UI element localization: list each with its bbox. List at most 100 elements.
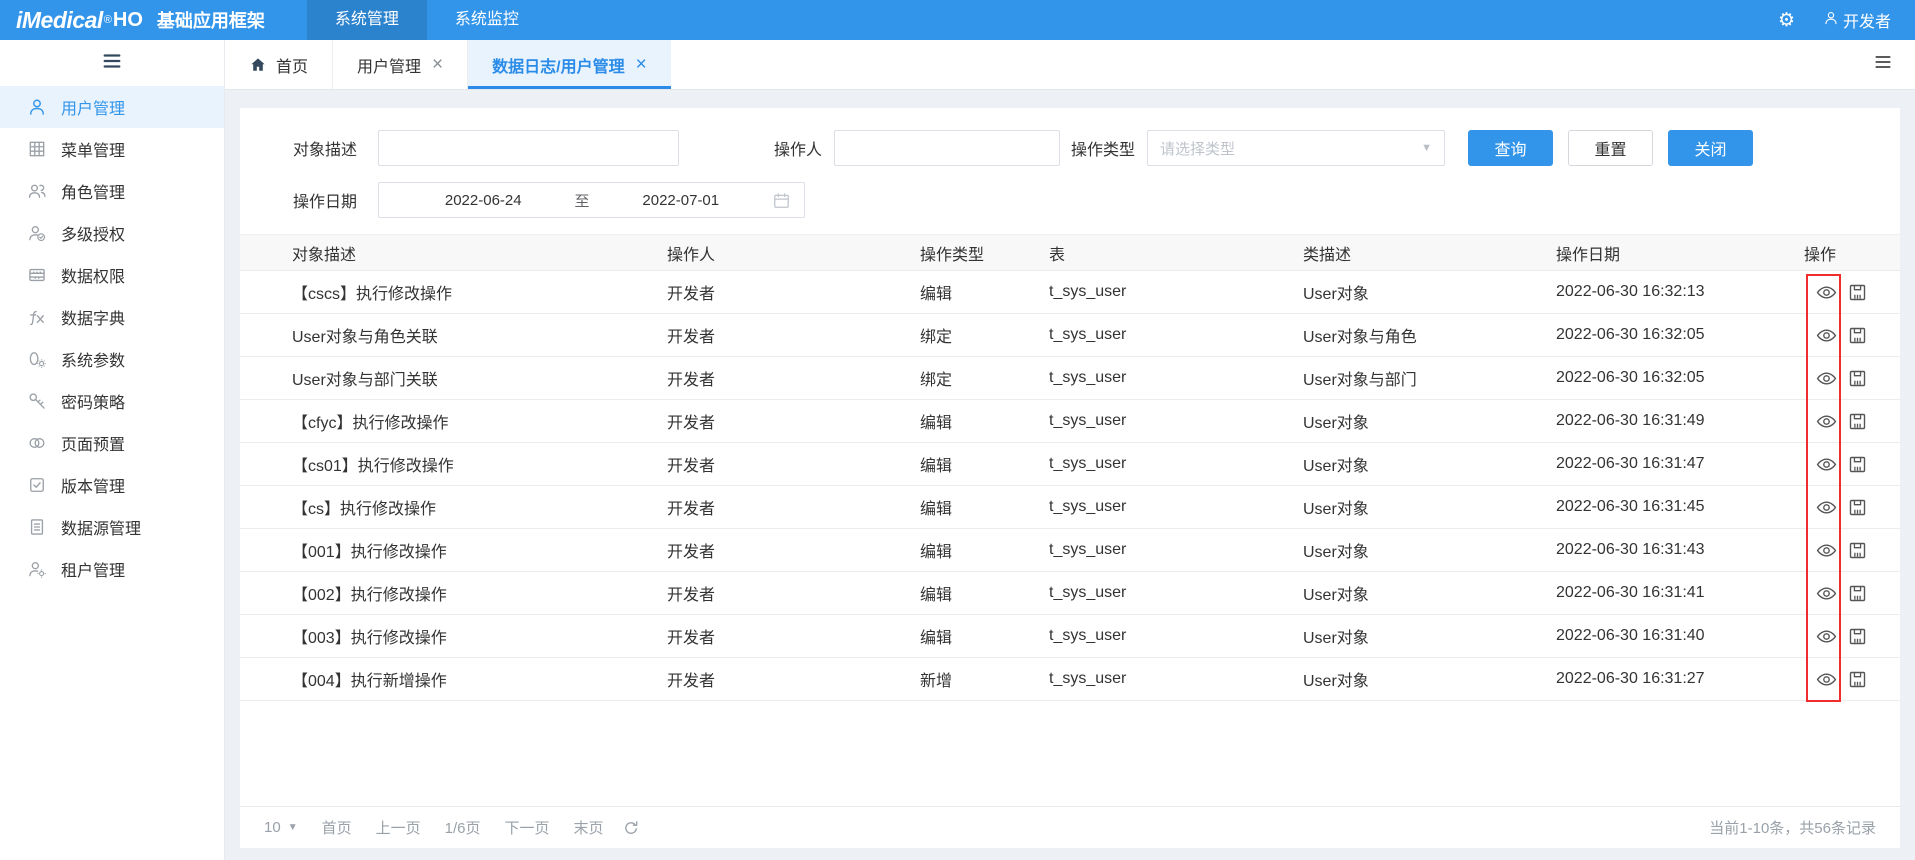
query-button[interactable]: 查询 [1468,130,1553,166]
user-icon [27,97,47,117]
view-eye-icon[interactable] [1816,626,1837,647]
date-start-value[interactable]: 2022-06-24 [392,192,575,209]
sidebar-item[interactable]: 数据权限 [0,254,224,296]
actions-cell [1804,271,1900,314]
sidebar-item-label: 系统参数 [61,347,125,371]
op-type-select[interactable]: 请选择类型 ▼ [1147,130,1445,166]
date-end-value[interactable]: 2022-07-01 [590,192,773,209]
operator-input[interactable] [834,130,1060,166]
table-cell: t_sys_user [1049,529,1303,572]
table-row: 【cs01】执行修改操作开发者编辑t_sys_userUser对象2022-06… [240,443,1900,486]
table-cell: 开发者 [667,572,920,615]
sidebar-item[interactable]: 数据源管理 [0,506,224,548]
calendar-icon[interactable] [772,191,791,210]
column-header: 操作日期 [1556,235,1804,271]
last-page-button[interactable]: 末页 [574,817,604,838]
table-cell: 【cscs】执行修改操作 [240,271,667,314]
sidebar-item-label: 数据字典 [61,305,125,329]
filter-form: 对象描述 操作人 操作类型 请选择类型 ▼ 查询 重置 关闭 [240,108,1900,234]
tab-list-menu-button[interactable] [1873,52,1915,77]
refresh-icon[interactable] [622,819,640,837]
reset-button[interactable]: 重置 [1568,130,1653,166]
sidebar-item[interactable]: 数据字典 [0,296,224,338]
view-eye-icon[interactable] [1816,669,1837,690]
sidebar-collapse-button[interactable] [0,40,224,86]
table-cell: t_sys_user [1049,271,1303,314]
view-eye-icon[interactable] [1816,368,1837,389]
tab[interactable]: 用户管理× [333,40,468,89]
save-floppy-icon[interactable] [1847,454,1868,475]
sidebar-item-label: 租户管理 [61,557,125,581]
table-cell: User对象 [1303,443,1556,486]
hamburger-icon [101,50,123,77]
topnav-item[interactable]: 系统监控 [427,0,547,40]
user-menu[interactable]: 开发者 [1823,8,1891,32]
sidebar-item[interactable]: 角色管理 [0,170,224,212]
save-floppy-icon[interactable] [1847,368,1868,389]
sidebar-item[interactable]: 菜单管理 [0,128,224,170]
topbar-right: ⚙ 开发者 [1778,8,1915,32]
tab[interactable]: 数据日志/用户管理× [468,40,671,89]
actions-cell [1804,400,1900,443]
roles-icon [27,181,47,201]
view-eye-icon[interactable] [1816,583,1837,604]
table-cell: t_sys_user [1049,443,1303,486]
sidebar-item[interactable]: 多级授权 [0,212,224,254]
close-icon[interactable]: × [432,55,443,74]
grid-icon [27,139,47,159]
sidebar-item-label: 版本管理 [61,473,125,497]
view-eye-icon[interactable] [1816,454,1837,475]
view-eye-icon[interactable] [1816,411,1837,432]
save-floppy-icon[interactable] [1847,540,1868,561]
sidebar-item[interactable]: 系统参数 [0,338,224,380]
sidebar: 用户管理菜单管理角色管理多级授权数据权限数据字典系统参数密码策略页面预置版本管理… [0,40,225,860]
table-cell: User对象 [1303,572,1556,615]
save-floppy-icon[interactable] [1847,583,1868,604]
close-button[interactable]: 关闭 [1668,130,1753,166]
table-cell: 2022-06-30 16:31:49 [1556,400,1804,443]
abacus-icon [27,265,47,285]
sidebar-item[interactable]: 用户管理 [0,86,224,128]
save-floppy-icon[interactable] [1847,497,1868,518]
table-cell: 2022-06-30 16:31:43 [1556,529,1804,572]
topnav-item[interactable]: 系统管理 [307,0,427,40]
sidebar-item[interactable]: 版本管理 [0,464,224,506]
date-range-picker[interactable]: 2022-06-24 至 2022-07-01 [378,182,805,218]
first-page-button[interactable]: 首页 [322,817,352,838]
actions-cell [1804,658,1900,701]
table-row: 【cfyc】执行修改操作开发者编辑t_sys_userUser对象2022-06… [240,400,1900,443]
object-desc-input[interactable] [378,130,679,166]
table-cell: 【004】执行新增操作 [240,658,667,701]
save-floppy-icon[interactable] [1847,626,1868,647]
sidebar-item[interactable]: 页面预置 [0,422,224,464]
table-row: 【cs】执行修改操作开发者编辑t_sys_userUser对象2022-06-3… [240,486,1900,529]
sidebar-item-label: 密码策略 [61,389,125,413]
tab[interactable]: 首页 [225,40,333,89]
sidebar-item-label: 数据源管理 [61,515,141,539]
view-eye-icon[interactable] [1816,497,1837,518]
table-cell: 【001】执行修改操作 [240,529,667,572]
next-page-button[interactable]: 下一页 [504,817,549,838]
table-cell: 【003】执行修改操作 [240,615,667,658]
save-floppy-icon[interactable] [1847,325,1868,346]
table-cell: User对象与部门关联 [240,357,667,400]
gear-icon[interactable]: ⚙ [1778,11,1795,30]
page-size-select[interactable]: 10 ▼ [264,819,298,836]
save-floppy-icon[interactable] [1847,669,1868,690]
view-eye-icon[interactable] [1816,282,1837,303]
table-cell: 绑定 [920,314,1049,357]
table-cell: 开发者 [667,615,920,658]
table-row: 【003】执行修改操作开发者编辑t_sys_userUser对象2022-06-… [240,615,1900,658]
table-cell: 编辑 [920,572,1049,615]
view-eye-icon[interactable] [1816,325,1837,346]
sidebar-item[interactable]: 密码策略 [0,380,224,422]
table-cell: 2022-06-30 16:32:13 [1556,271,1804,314]
save-floppy-icon[interactable] [1847,411,1868,432]
content-wrapper: 对象描述 操作人 操作类型 请选择类型 ▼ 查询 重置 关闭 [225,90,1915,860]
save-floppy-icon[interactable] [1847,282,1868,303]
close-icon[interactable]: × [636,55,647,74]
view-eye-icon[interactable] [1816,540,1837,561]
home-icon [249,56,267,74]
prev-page-button[interactable]: 上一页 [376,817,421,838]
sidebar-item[interactable]: 租户管理 [0,548,224,590]
